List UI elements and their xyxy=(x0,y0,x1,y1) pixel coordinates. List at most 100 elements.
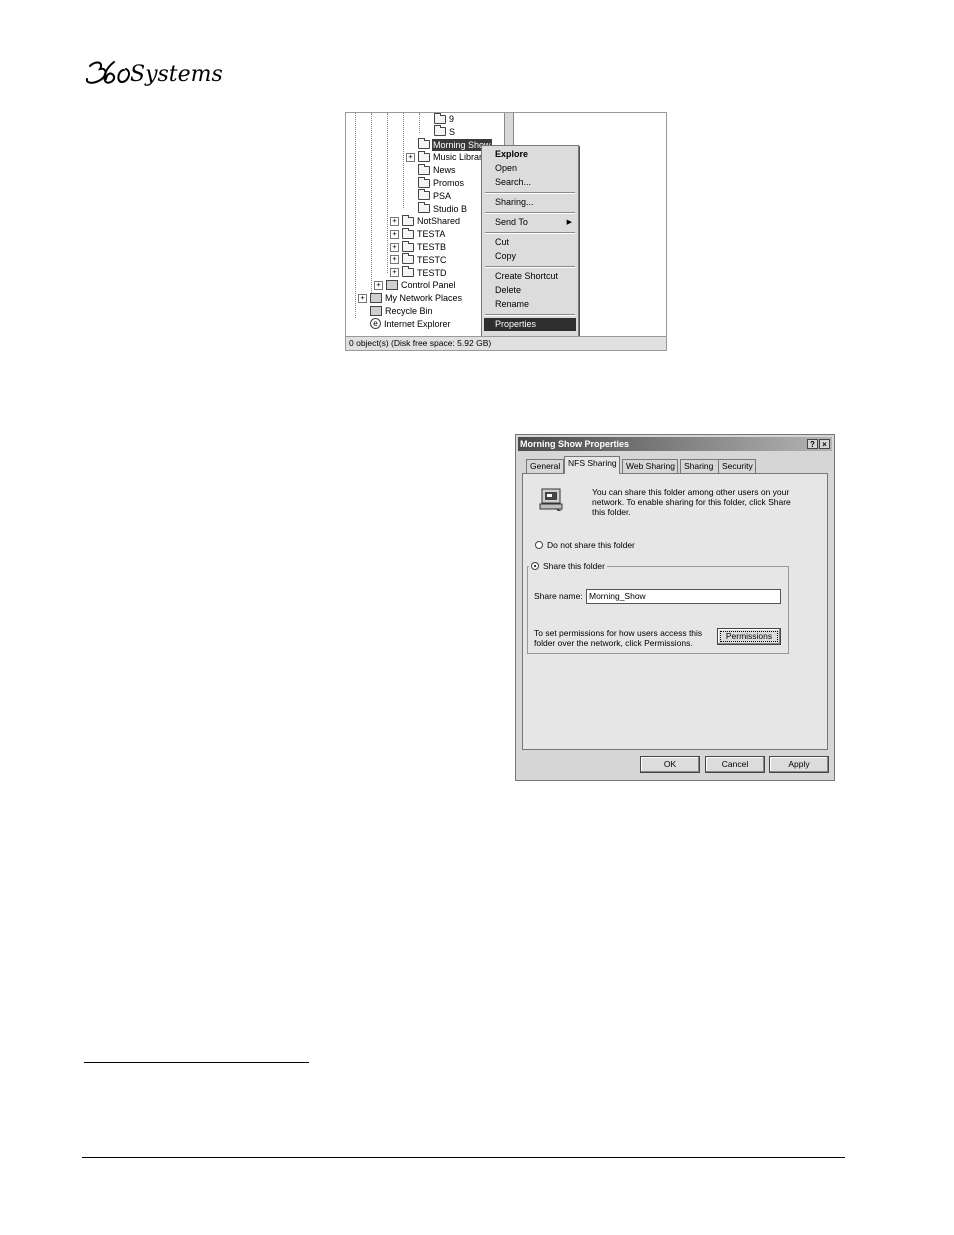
network-places-icon xyxy=(370,293,382,304)
context-menu-item[interactable]: Send To ▶ xyxy=(484,216,576,229)
tree-item-label: My Network Places xyxy=(385,293,463,304)
footer-rule xyxy=(82,1157,845,1158)
tab-web-sharing[interactable]: Web Sharing xyxy=(622,459,678,473)
context-menu-item[interactable]: Open xyxy=(484,162,576,175)
tree-item-label: NotShared xyxy=(417,216,461,227)
expand-icon[interactable]: + xyxy=(390,268,399,278)
menu-separator xyxy=(485,266,575,268)
folder-icon xyxy=(434,125,446,137)
do-not-share-label: Do not share this folder xyxy=(547,540,635,550)
tree-item-label: PSA xyxy=(433,190,452,201)
folder-icon xyxy=(418,150,430,162)
share-name-label: Share name: xyxy=(534,591,583,601)
tab-nfs-sharing[interactable]: NFS Sharing xyxy=(564,456,620,474)
folder-icon xyxy=(418,176,430,188)
logo-wordmark: Systems xyxy=(130,62,223,87)
tree-item-label: Promos xyxy=(433,178,465,188)
do-not-share-option[interactable]: Do not share this folder xyxy=(535,540,635,550)
folder-icon xyxy=(402,214,414,226)
share-folder-option[interactable]: Share this folder xyxy=(529,561,607,571)
menu-separator xyxy=(485,314,575,316)
tree-item-label: S xyxy=(449,126,456,137)
tree-item-label: TESTD xyxy=(417,267,447,278)
help-button[interactable]: ? xyxy=(807,439,818,449)
apply-button[interactable]: Apply xyxy=(769,756,829,773)
tree-item[interactable]: Studio B xyxy=(406,202,468,215)
recycle-bin-icon xyxy=(370,306,382,316)
footnote-rule xyxy=(84,1062,309,1063)
tree-item[interactable]: S xyxy=(422,125,456,138)
expand-icon[interactable]: + xyxy=(390,229,399,239)
close-button[interactable]: × xyxy=(819,439,830,449)
tree-item[interactable]: Morning Show xyxy=(406,138,492,151)
context-menu-item[interactable]: Rename xyxy=(484,298,576,311)
context-menu-item[interactable]: Properties xyxy=(484,318,576,331)
ok-button[interactable]: OK xyxy=(640,756,700,773)
shared-folder-icon xyxy=(402,240,414,252)
expand-icon[interactable]: + xyxy=(358,293,367,303)
dialog-titlebar: Morning Show Properties ? × xyxy=(518,437,832,451)
context-menu-item[interactable]: Delete xyxy=(484,284,576,297)
tree-item[interactable]: + Control Panel xyxy=(374,279,457,291)
context-menu: Explore Open Search... Sharing... Send To ▶ Cu… xyxy=(481,145,579,337)
expand-icon[interactable]: + xyxy=(406,152,415,162)
tree-item[interactable]: + NotShared xyxy=(390,214,461,227)
tree-item[interactable]: News xyxy=(406,163,457,176)
menu-separator xyxy=(485,192,575,194)
do-not-share-radio[interactable] xyxy=(535,541,543,549)
tab-general[interactable]: General xyxy=(526,459,564,473)
expand-icon[interactable]: + xyxy=(390,216,399,226)
company-logo-graphic: Systems xyxy=(85,61,223,87)
folder-open-icon xyxy=(418,138,430,150)
expand-icon[interactable]: + xyxy=(390,255,399,265)
tree-item-label: Music Library xyxy=(433,152,487,163)
nfs-sharing-panel: You can share this folder among other us… xyxy=(522,473,828,750)
tree-item[interactable]: 9 xyxy=(422,113,455,125)
folder-icon xyxy=(402,266,414,278)
expand-icon[interactable]: + xyxy=(390,242,399,252)
cancel-button[interactable]: Cancel xyxy=(705,756,765,773)
company-logo: Systems xyxy=(84,52,224,98)
tree-item-label: Recycle Bin xyxy=(385,306,433,316)
folder-icon xyxy=(402,253,414,265)
properties-dialog: Morning Show Properties ? × You can shar… xyxy=(515,434,835,781)
folder-icon xyxy=(434,113,446,124)
tree-item-label: Control Panel xyxy=(401,280,456,291)
context-menu-item[interactable]: Cut xyxy=(484,236,576,249)
context-menu-item[interactable]: Sharing... xyxy=(484,196,576,209)
expand-icon[interactable]: + xyxy=(374,280,383,290)
control-panel-icon xyxy=(386,280,398,291)
menu-separator xyxy=(485,232,575,234)
dialog-title: Morning Show Properties xyxy=(520,439,630,449)
context-menu-item[interactable]: Explore xyxy=(484,148,576,161)
status-bar: 0 object(s) (Disk free space: 5.92 GB) xyxy=(346,336,666,350)
internet-explorer-icon: e xyxy=(370,318,381,330)
tree-item[interactable]: + Music Library xyxy=(406,150,488,163)
share-folder-radio[interactable] xyxy=(531,562,539,570)
shared-computer-icon xyxy=(539,488,565,512)
tab-security[interactable]: Security xyxy=(718,459,756,473)
tab-sharing[interactable]: Sharing xyxy=(680,459,719,473)
context-menu-item[interactable]: Copy xyxy=(484,250,576,263)
share-name-input[interactable]: Morning_Show xyxy=(586,589,781,604)
tree-item-label: 9 xyxy=(449,114,455,124)
permissions-button[interactable]: Permissions xyxy=(717,628,781,645)
tree-item-label: TESTB xyxy=(417,242,447,252)
tree-item-label: News xyxy=(433,165,456,176)
folder-icon xyxy=(418,202,430,214)
tree-item-label: TESTA xyxy=(417,229,446,240)
tree-item[interactable]: + TESTB xyxy=(390,240,447,253)
tree-item[interactable]: + TESTC xyxy=(390,253,448,266)
tree-item[interactable]: Promos xyxy=(406,176,465,189)
tree-item[interactable]: + My Network Places xyxy=(358,292,463,304)
tree-item[interactable]: e Internet Explorer xyxy=(358,318,452,330)
tree-item[interactable]: + TESTA xyxy=(390,227,446,240)
explorer-window: 9 S Morning Show + Music Library News Promos PS… xyxy=(345,112,667,351)
tree-item[interactable]: PSA xyxy=(406,189,452,202)
tree-item-label: Internet Explorer xyxy=(384,318,451,329)
context-menu-item[interactable]: Create Shortcut xyxy=(484,270,576,283)
tree-item[interactable]: + TESTD xyxy=(390,266,448,279)
context-menu-item[interactable]: Search... xyxy=(484,176,576,189)
tree-item[interactable]: Recycle Bin xyxy=(358,305,434,317)
submenu-arrow-icon: ▶ xyxy=(566,219,572,226)
